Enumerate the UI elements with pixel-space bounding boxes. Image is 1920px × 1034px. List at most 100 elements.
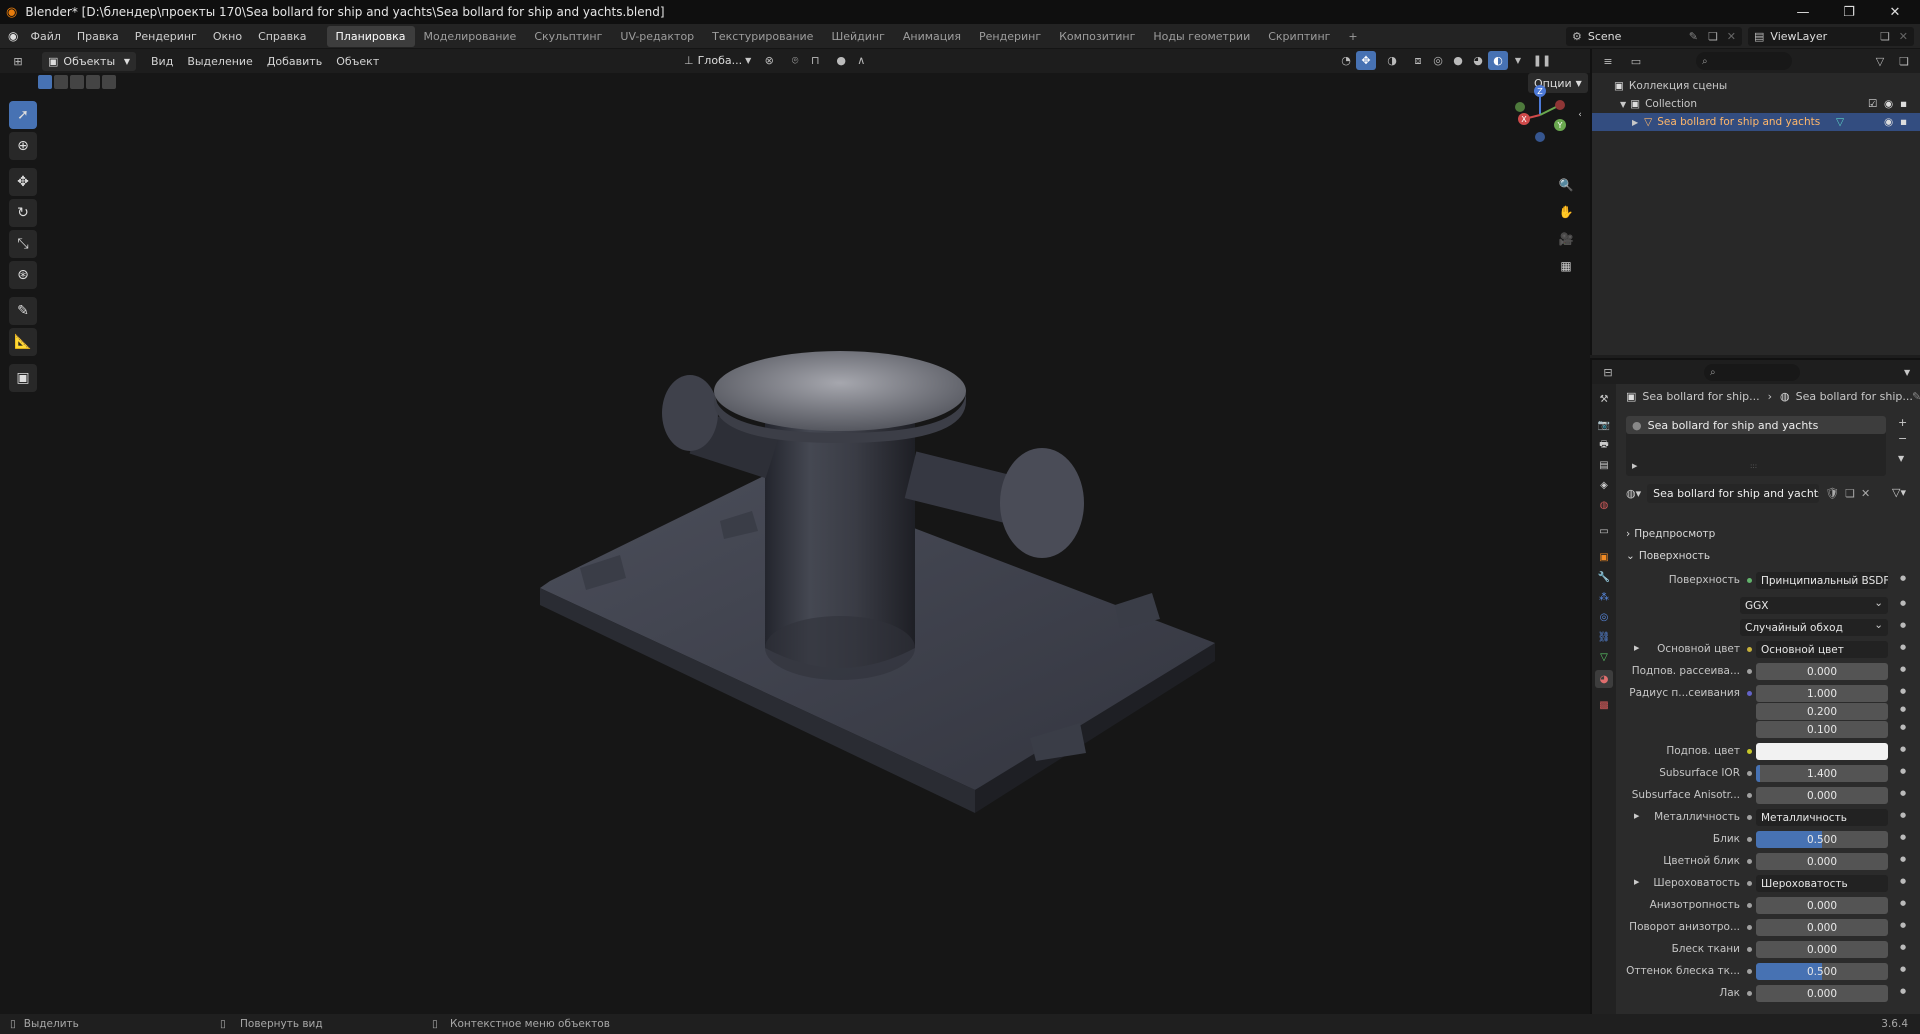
material-slot-list[interactable]: ● Sea bollard for ship and yachts ▶ ::: xyxy=(1626,416,1886,476)
prop-number-field[interactable]: 1.000 xyxy=(1756,685,1888,702)
minimize-button[interactable]: — xyxy=(1780,0,1826,24)
visibility-icon[interactable]: ◔ xyxy=(1336,51,1356,70)
socket-icon[interactable] xyxy=(1747,947,1752,952)
material-tab-icon[interactable]: ◕ xyxy=(1595,670,1613,688)
keyframe-icon[interactable]: ● xyxy=(1900,833,1906,841)
mode-selector[interactable]: ▣ Объекты ▼ xyxy=(42,51,136,71)
socket-icon[interactable] xyxy=(1747,881,1752,886)
socket-icon[interactable] xyxy=(1747,749,1752,754)
material-name-field[interactable]: Sea bollard for ship and yachts xyxy=(1647,484,1820,503)
keyframe-icon[interactable]: ● xyxy=(1900,811,1906,819)
keyframe-icon[interactable]: ● xyxy=(1900,665,1906,673)
add-workspace-button[interactable]: + xyxy=(1339,26,1366,47)
expand-arrow-icon[interactable]: ▶ xyxy=(1634,644,1639,652)
prop-number-field[interactable]: 0.000 xyxy=(1756,919,1888,936)
particles-tab-icon[interactable]: ⁂ xyxy=(1595,588,1613,606)
socket-icon[interactable] xyxy=(1747,815,1752,820)
annotate-tool[interactable]: ✎ xyxy=(9,297,37,325)
display-mode-icon[interactable]: ▭ xyxy=(1626,52,1646,71)
keyframe-icon[interactable]: ● xyxy=(1900,621,1906,629)
sidebar-toggle-icon[interactable]: ‹ xyxy=(1574,105,1586,125)
eye-icon[interactable]: ◉ xyxy=(1884,116,1893,128)
measure-tool[interactable]: 📐 xyxy=(9,328,37,356)
menu-window[interactable]: Окно xyxy=(205,24,250,49)
select-intersect-icon[interactable] xyxy=(102,75,116,89)
close-button[interactable]: ✕ xyxy=(1872,0,1918,24)
solid-shading-icon[interactable]: ● xyxy=(1448,51,1468,70)
keyframe-icon[interactable]: ● xyxy=(1900,723,1906,731)
material-preview-icon[interactable]: ◕ xyxy=(1468,51,1488,70)
snap-icon[interactable]: ⌾ xyxy=(785,51,805,70)
view-layer-tab-icon[interactable]: ▤ xyxy=(1595,456,1613,474)
render-tab-icon[interactable]: 📷 xyxy=(1595,416,1613,434)
add-slot-button[interactable]: + xyxy=(1898,416,1907,429)
blender-menu-icon[interactable]: ◉ xyxy=(8,29,18,43)
prop-dropdown[interactable]: GGX ⌄ xyxy=(1740,597,1888,614)
checkbox-icon[interactable]: ☑ xyxy=(1868,98,1877,110)
scale-tool[interactable]: ⤡ xyxy=(9,230,37,258)
socket-icon[interactable] xyxy=(1747,771,1752,776)
prop-number-field[interactable]: 0.000 xyxy=(1756,897,1888,914)
move-tool[interactable]: ✥ xyxy=(9,168,37,196)
menu-object[interactable]: Объект xyxy=(329,55,386,68)
surface-section-header[interactable]: ⌄ Поверхность xyxy=(1626,550,1710,562)
pin-icon[interactable]: ✎ xyxy=(1689,30,1698,43)
keyframe-icon[interactable]: ● xyxy=(1900,877,1906,885)
camera-icon[interactable]: ▪ xyxy=(1900,116,1907,128)
tab-uv-editing[interactable]: UV-редактор xyxy=(611,26,703,47)
properties-search-input[interactable]: ⌕ xyxy=(1704,363,1800,381)
rendered-shading-icon[interactable]: ◐ xyxy=(1488,51,1508,70)
expand-arrow-icon[interactable]: ▼ xyxy=(1620,100,1626,109)
expand-arrow-icon[interactable]: ▶ xyxy=(1632,462,1637,470)
menu-edit[interactable]: Правка xyxy=(69,24,127,49)
material-datablock[interactable]: ◍▾ Sea bollard for ship and yachts 🛡 ❏ ✕ xyxy=(1626,484,1890,503)
keyframe-icon[interactable]: ● xyxy=(1900,899,1906,907)
tab-compositing[interactable]: Композитинг xyxy=(1050,26,1144,47)
collection-tab-icon[interactable]: ▭ xyxy=(1595,522,1613,540)
tab-rendering[interactable]: Рендеринг xyxy=(970,26,1050,47)
filter-icon[interactable]: ▽ xyxy=(1870,52,1890,71)
chevron-down-icon[interactable]: ▼ xyxy=(1904,368,1910,377)
output-tab-icon[interactable]: 🖶 xyxy=(1595,436,1613,454)
socket-icon[interactable] xyxy=(1747,903,1752,908)
pause-render-icon[interactable]: ❚❚ xyxy=(1532,51,1552,70)
menu-help[interactable]: Справка xyxy=(250,24,314,49)
maximize-button[interactable]: ❐ xyxy=(1826,0,1872,24)
resize-handle-icon[interactable]: ::: xyxy=(1750,462,1757,470)
socket-icon[interactable] xyxy=(1747,793,1752,798)
socket-icon[interactable] xyxy=(1747,859,1752,864)
transform-orientation[interactable]: Глоба... xyxy=(698,54,742,67)
tab-scripting[interactable]: Скриптинг xyxy=(1259,26,1339,47)
falloff-icon[interactable]: ∧ xyxy=(851,51,871,70)
tab-texture-paint[interactable]: Текстурирование xyxy=(703,26,822,47)
new-collection-icon[interactable]: ❏ xyxy=(1894,52,1914,71)
outliner-row-object[interactable]: ▶ ▽ Sea bollard for ship and yachts ▽ ◉ … xyxy=(1592,113,1920,131)
select-box-tool[interactable]: ➚ xyxy=(9,101,37,129)
prop-dropdown[interactable]: Случайный обход ⌄ xyxy=(1740,619,1888,636)
new-view-layer-icon[interactable]: ❏ xyxy=(1880,30,1890,43)
socket-icon[interactable] xyxy=(1747,647,1752,652)
socket-icon[interactable] xyxy=(1747,691,1752,696)
fake-user-icon[interactable]: 🛡 xyxy=(1825,487,1839,500)
rotate-tool[interactable]: ↻ xyxy=(9,199,37,227)
slot-specials-button[interactable]: ▼ xyxy=(1898,454,1904,463)
unlink-material-icon[interactable]: ✕ xyxy=(1861,487,1870,500)
editor-type-icon[interactable]: ≡ xyxy=(1598,52,1618,71)
camera-icon[interactable]: ▪ xyxy=(1900,98,1907,110)
keyframe-icon[interactable]: ● xyxy=(1900,745,1906,753)
keyframe-icon[interactable]: ● xyxy=(1900,687,1906,695)
menu-view[interactable]: Вид xyxy=(144,55,180,68)
keyframe-icon[interactable]: ● xyxy=(1900,574,1906,582)
prop-number-field[interactable]: 0.500 xyxy=(1756,831,1888,848)
keyframe-icon[interactable]: ● xyxy=(1900,921,1906,929)
pan-hand-icon[interactable]: ✋ xyxy=(1556,202,1576,222)
keyframe-icon[interactable]: ● xyxy=(1900,599,1906,607)
preview-section-header[interactable]: › Предпросмотр xyxy=(1626,528,1715,540)
socket-icon[interactable] xyxy=(1747,991,1752,996)
transform-tool[interactable]: ⊛ xyxy=(9,261,37,289)
snap-target-icon[interactable]: ⊓ xyxy=(805,51,825,70)
pivot-icon[interactable]: ⊗ xyxy=(759,51,779,70)
prop-number-field[interactable]: 0.200 xyxy=(1756,703,1888,720)
prop-number-field[interactable]: 0.500 xyxy=(1756,963,1888,980)
prop-link-field[interactable]: Шероховатость xyxy=(1756,875,1888,892)
